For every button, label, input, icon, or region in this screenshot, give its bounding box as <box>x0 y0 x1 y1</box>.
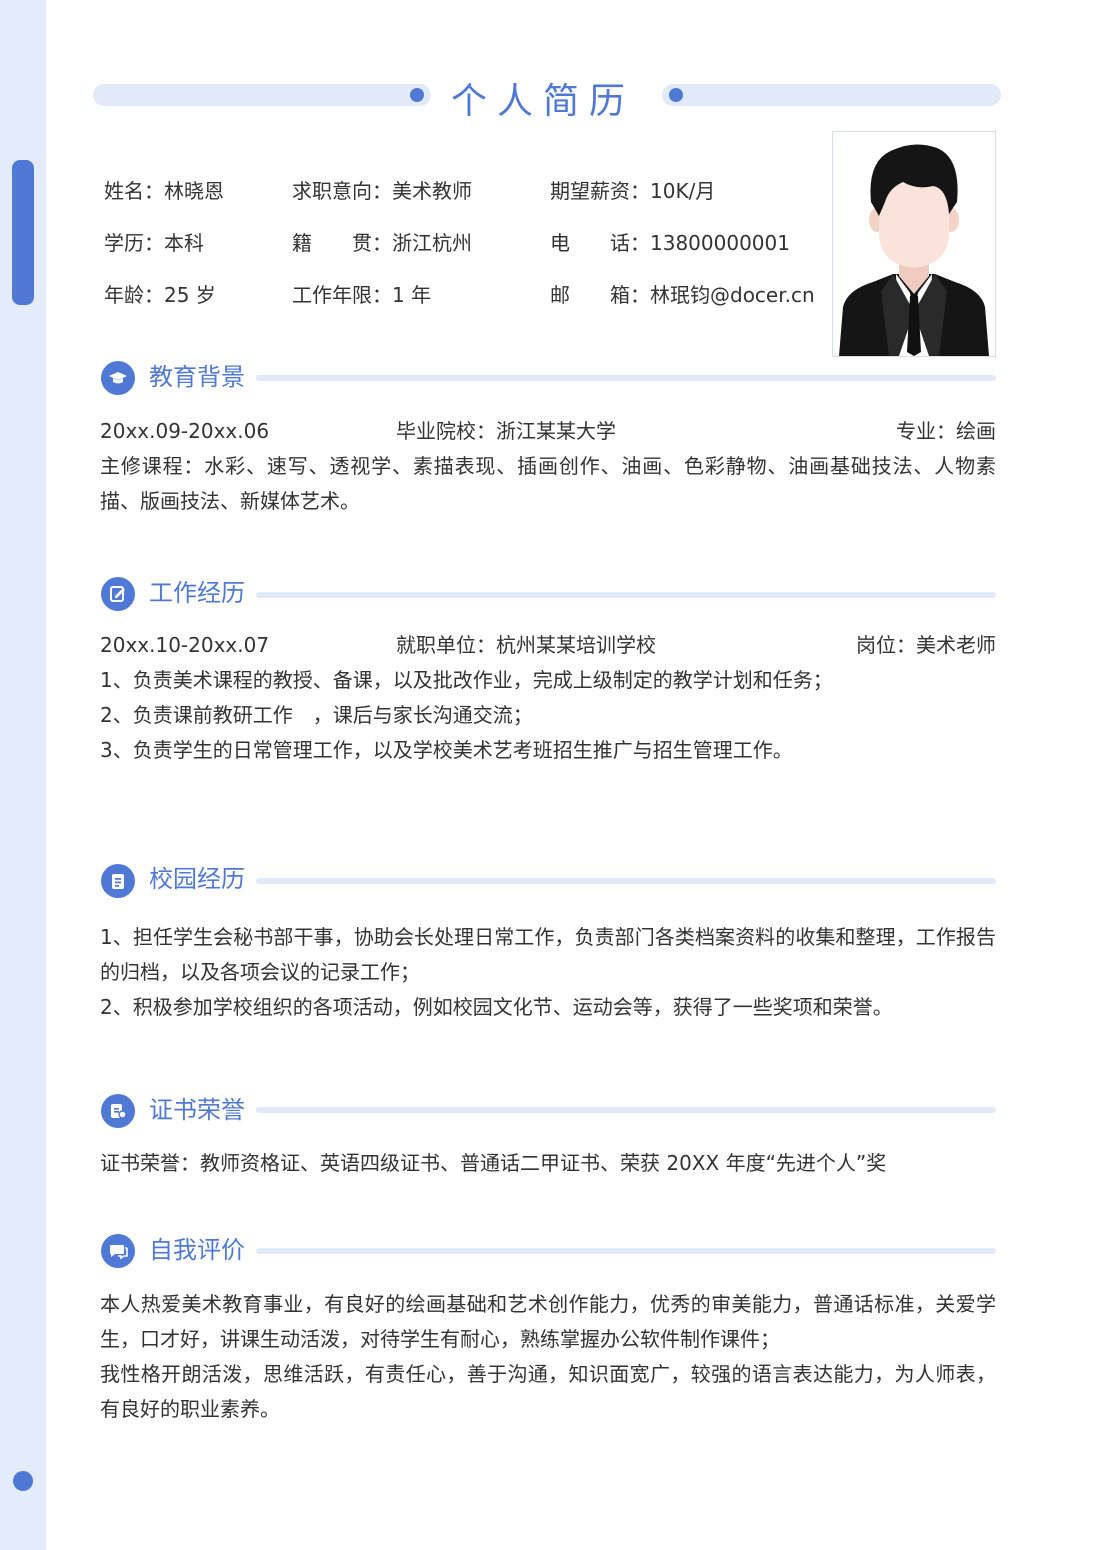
title-pill-right <box>662 84 1001 106</box>
info-education: 学历：本科 <box>104 231 204 255</box>
campus-item: 1、担任学生会秘书部干事，协助会长处理日常工作，负责部门各类档案资料的收集和整理… <box>100 925 996 984</box>
section-title-campus: 校园经历 <box>149 865 245 893</box>
info-intention: 求职意向：美术教师 <box>292 179 472 203</box>
work-company: 就职单位：杭州某某培训学校 <box>396 633 656 657</box>
info-email: 邮 箱：林珉钧@docer.cn <box>550 283 815 307</box>
campus-item: 2、积极参加学校组织的各项活动，例如校园文化节、运动会等，获得了一些奖项和荣誉。 <box>100 995 893 1019</box>
title-pill-left <box>93 84 431 106</box>
certificate-icon <box>101 1094 135 1128</box>
info-hometown: 籍 贯：浙江杭州 <box>292 231 472 255</box>
work-duty: 2、负责课前教研工作 ，课后与家长沟通交流； <box>100 703 533 727</box>
education-school: 毕业院校：浙江某某大学 <box>396 419 616 443</box>
work-duty: 1、负责美术课程的教授、备课，以及批改作业，完成上级制定的教学计划和任务； <box>100 668 833 692</box>
work-position: 岗位：美术老师 <box>856 633 996 657</box>
education-courses: 主修课程：水彩、速写、透视学、素描表现、插画创作、油画、色彩静物、油画基础技法、… <box>100 454 996 513</box>
section-title-self-evaluation: 自我评价 <box>149 1236 245 1264</box>
profile-photo <box>832 131 996 357</box>
graduation-cap-icon <box>101 361 135 395</box>
work-period: 20xx.10-20xx.07 <box>100 633 270 657</box>
info-name: 姓名：林晓恩 <box>104 179 224 203</box>
left-decor-bar <box>12 160 34 305</box>
work-duty: 3、负责学生的日常管理工作，以及学校美术艺考班招生推广与招生管理工作。 <box>100 738 793 762</box>
self-evaluation-paragraph: 我性格开朗活泼，思维活跃，有责任心，善于沟通，知识面宽广，较强的语言表达能力，为… <box>100 1362 996 1421</box>
section-line-education <box>256 375 996 381</box>
certificates-text: 证书荣誉：教师资格证、英语四级证书、普通话二甲证书、荣获 20XX 年度“先进个… <box>100 1151 887 1175</box>
section-title-education: 教育背景 <box>149 363 245 391</box>
page-title: 个人简历 <box>450 81 635 122</box>
section-line-campus <box>256 878 996 884</box>
section-line-work <box>256 592 996 598</box>
education-major: 专业：绘画 <box>896 419 996 443</box>
info-salary: 期望薪资：10K/月 <box>550 179 716 203</box>
avatar-illustration <box>833 132 995 356</box>
section-line-self-evaluation <box>256 1248 996 1254</box>
info-age: 年龄：25 岁 <box>104 283 216 307</box>
left-decor-dot <box>13 1471 33 1491</box>
info-phone: 电 话：13800000001 <box>550 231 790 255</box>
self-evaluation-paragraph: 本人热爱美术教育事业，有良好的绘画基础和艺术创作能力，优秀的审美能力，普通话标准… <box>100 1292 996 1351</box>
section-title-work: 工作经历 <box>149 579 245 607</box>
document-icon <box>101 864 135 898</box>
info-experience: 工作年限：1 年 <box>292 283 432 307</box>
section-line-certificates <box>256 1107 996 1113</box>
edit-note-icon <box>101 577 135 611</box>
education-period: 20xx.09-20xx.06 <box>100 419 270 443</box>
chat-bubble-icon <box>101 1234 135 1268</box>
section-title-certificates: 证书荣誉 <box>149 1096 245 1124</box>
